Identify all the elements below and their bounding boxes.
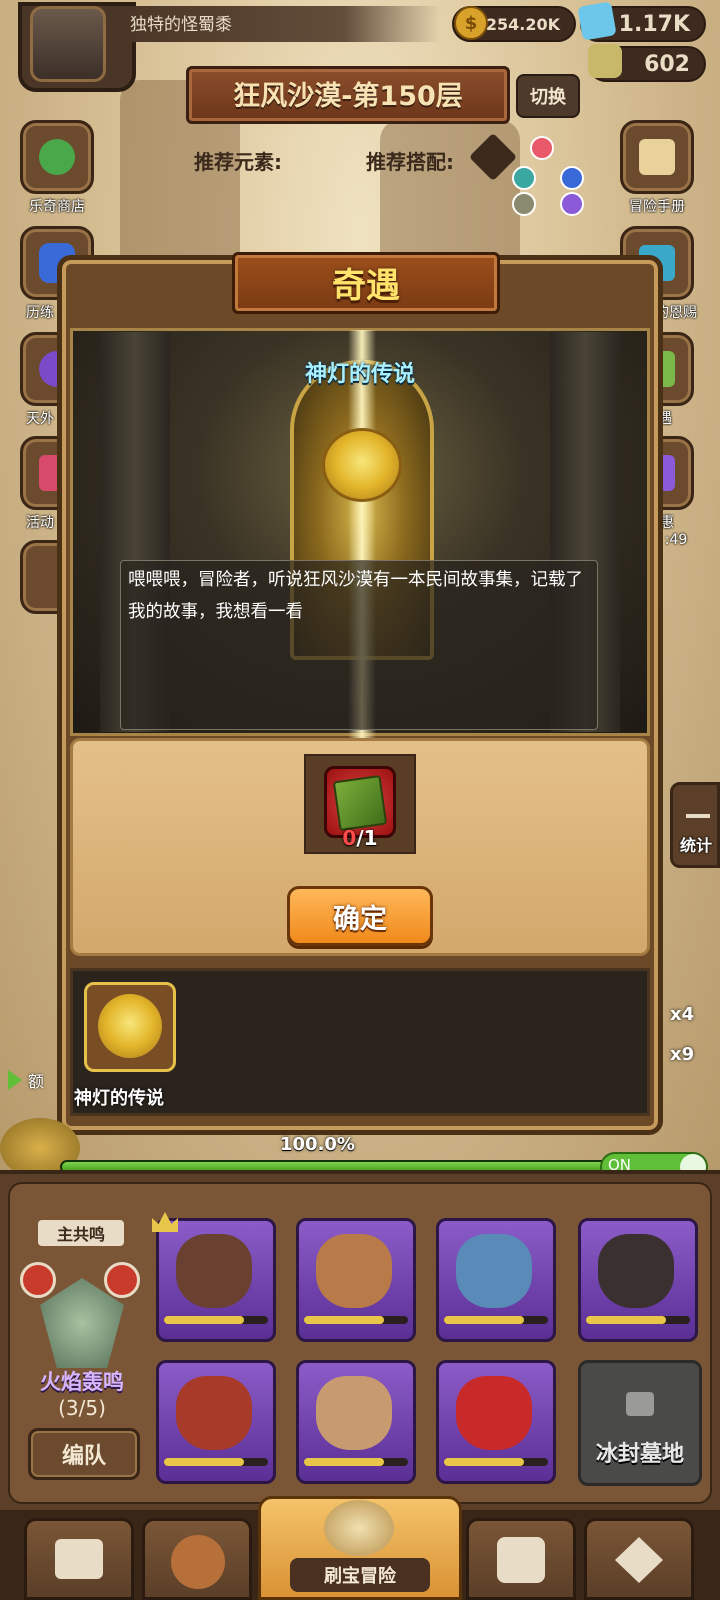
history-item-label: 神灯的传说 <box>74 1088 164 1109</box>
hammer-icon <box>615 1537 663 1583</box>
stats-label: 统计 <box>679 836 712 855</box>
backpack-icon <box>497 1537 545 1583</box>
shop-icon <box>55 1539 103 1579</box>
hero-portrait <box>176 1234 252 1308</box>
nav-forge-button[interactable] <box>584 1518 694 1600</box>
team-count: (3/5) <box>58 1396 106 1420</box>
gem-icon <box>577 1 617 41</box>
side-label-handbook: 冒险手册 <box>629 199 685 215</box>
switch-stage-button[interactable]: 切换 <box>516 74 580 118</box>
resonance-tag: 主共鸣 <box>36 1218 126 1248</box>
wind-element-icon <box>512 166 536 190</box>
lock-icon <box>626 1392 654 1416</box>
recommended-combo-label: 推荐搭配: <box>366 150 454 174</box>
event-name: 神灯的传说 <box>304 362 415 387</box>
nav-hero-button[interactable] <box>142 1518 252 1600</box>
earth-element-icon <box>512 192 536 216</box>
confirm-button[interactable]: 确定 <box>287 886 433 946</box>
fire-element-icon <box>20 1262 56 1298</box>
dark-element-icon <box>560 192 584 216</box>
locked-slot-label: 冰封墓地 <box>595 1442 684 1467</box>
modal-title: 奇遇 <box>332 266 400 306</box>
fire-element-icon <box>104 1262 140 1298</box>
count-badge: x9 <box>670 1044 695 1065</box>
play-arrow-icon <box>8 1070 22 1090</box>
item-required: /1 <box>356 826 378 850</box>
hero-portrait <box>456 1234 532 1308</box>
hero-portrait <box>598 1234 674 1308</box>
hero-portrait <box>176 1376 252 1450</box>
hero-portrait <box>316 1234 392 1308</box>
hero-level-fill <box>304 1458 384 1466</box>
storybook-icon <box>332 774 388 832</box>
dialog-text: 喂喂喂，冒险者，听说狂风沙漠有一本民间故事集，记载了我的故事，我想看一看 <box>128 570 583 622</box>
item-owned: 0 <box>342 826 357 850</box>
formation-button[interactable]: 编队 <box>28 1428 140 1480</box>
side-button-handbook[interactable] <box>620 120 694 194</box>
nav-bag-button[interactable] <box>466 1518 576 1600</box>
side-label-trial: 历练 <box>26 305 54 321</box>
stage-title: 狂风沙漠-第150层 <box>233 81 463 112</box>
hero-level-fill <box>164 1316 244 1324</box>
bar-chart-icon <box>686 796 710 818</box>
side-label-event: 活动 <box>26 515 54 531</box>
side-button-shop[interactable] <box>20 120 94 194</box>
hero-level-fill <box>444 1316 524 1324</box>
nav-adventure-label: 刷宝冒险 <box>290 1558 430 1592</box>
side-label-shop: 乐奇商店 <box>29 199 85 215</box>
progress-text: 100.0% <box>280 1134 355 1155</box>
clover-icon <box>39 139 75 175</box>
hero-level-fill <box>304 1316 384 1324</box>
item-count: 0/1 <box>304 826 416 850</box>
extra-label: 额 <box>28 1072 45 1091</box>
recommended-elements-label: 推荐元素: <box>194 150 282 174</box>
scroll-icon <box>639 139 675 175</box>
hero-portrait <box>456 1376 532 1450</box>
avatar[interactable] <box>30 6 106 82</box>
water-element-icon <box>560 166 584 190</box>
gold-value: 254.20K <box>485 14 560 34</box>
nav-shop-button[interactable] <box>24 1518 134 1600</box>
gem-value: 1.17K <box>618 11 690 37</box>
team-name: 火焰轰鸣 <box>40 1370 124 1394</box>
player-name: 独特的怪蜀黍 <box>130 15 232 35</box>
magic-lamp-icon <box>322 428 402 502</box>
map-compass-icon <box>324 1500 394 1556</box>
hero-level-fill <box>164 1458 244 1466</box>
potion-icon <box>588 44 622 78</box>
hero-portrait <box>316 1376 392 1450</box>
potion-value: 602 <box>644 51 690 77</box>
magic-lamp-icon <box>98 994 162 1058</box>
side-label-portal: 天外 <box>26 411 54 427</box>
coin-icon: $ <box>454 6 488 40</box>
hero-icon <box>171 1535 225 1589</box>
count-badge: x4 <box>670 1004 695 1025</box>
hero-level-fill <box>444 1458 524 1466</box>
hero-level-fill <box>586 1316 666 1324</box>
fire-element-icon <box>530 136 554 160</box>
